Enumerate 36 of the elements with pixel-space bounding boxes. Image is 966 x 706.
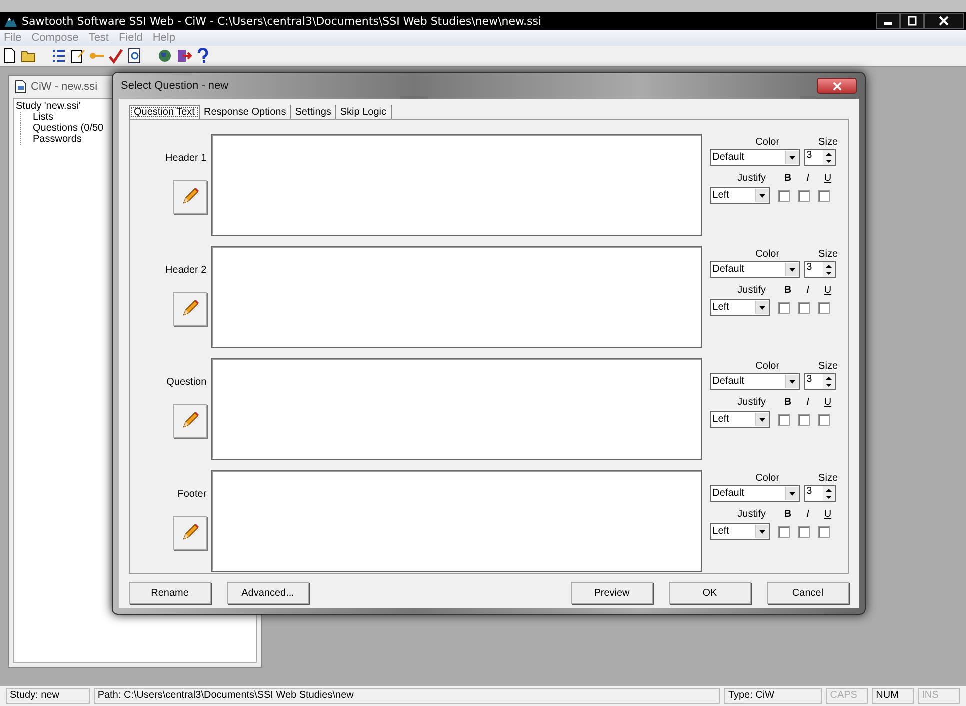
status-path: Path: C:\Users\central3\Documents\SSI Web Studies\new <box>94 688 720 704</box>
section-label: Header 1 <box>166 152 207 164</box>
underline-label: U <box>823 509 833 520</box>
italic-label: I <box>806 397 810 408</box>
window-title: Sawtooth Software SSI Web - CiW - C:\Users\central3\Documents\SSI Web Studies\new\new.ssi <box>22 14 542 28</box>
size-label: Size <box>818 473 838 484</box>
key-indicator: NUM <box>872 688 914 704</box>
color-label: Color <box>756 137 780 148</box>
color-label: Color <box>756 361 780 372</box>
bold-label: B <box>783 397 793 408</box>
justify-label: Justify <box>738 509 766 520</box>
color-label: Color <box>756 249 780 260</box>
bold-label: B <box>783 173 793 184</box>
section-label: Footer <box>178 488 207 500</box>
key-indicator: INS <box>918 688 960 704</box>
justify-label: Justify <box>738 173 766 184</box>
size-label: Size <box>818 137 838 148</box>
justify-label: Justify <box>738 285 766 296</box>
justify-label: Justify <box>738 397 766 408</box>
size-label: Size <box>818 361 838 372</box>
section-label: Header 2 <box>166 264 207 276</box>
italic-label: I <box>806 509 810 520</box>
italic-label: I <box>806 285 810 296</box>
italic-label: I <box>806 173 810 184</box>
underline-label: U <box>823 173 833 184</box>
section-label: Question <box>166 376 207 388</box>
status-study: Study: new <box>6 688 90 704</box>
size-label: Size <box>818 249 838 260</box>
status-type: Type: CiW <box>724 688 822 704</box>
bold-label: B <box>783 509 793 520</box>
color-label: Color <box>756 473 780 484</box>
underline-label: U <box>823 397 833 408</box>
key-indicator: CAPS <box>826 688 868 704</box>
dialog-title: Select Question - new <box>121 80 229 92</box>
bold-label: B <box>783 285 793 296</box>
underline-label: U <box>823 285 833 296</box>
